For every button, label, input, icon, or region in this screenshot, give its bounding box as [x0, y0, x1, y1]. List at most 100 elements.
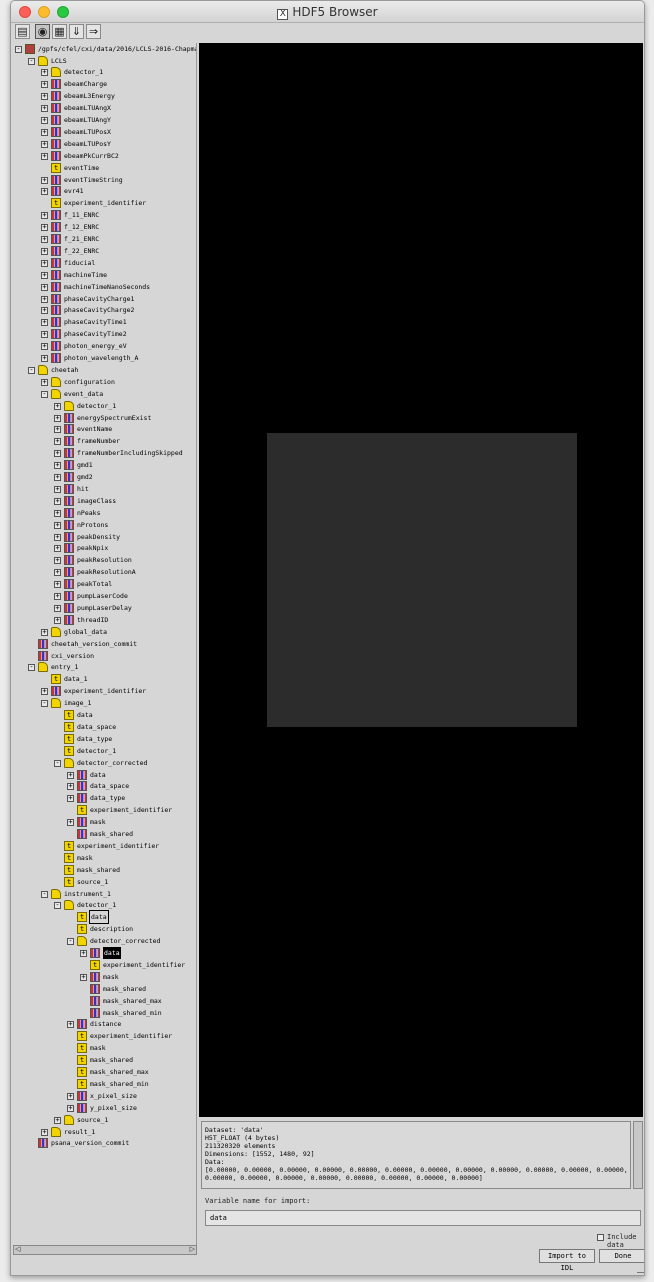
expand-toggle[interactable]: +	[80, 950, 87, 957]
tree-item-label: configuration	[64, 377, 115, 386]
expand-toggle[interactable]: +	[41, 259, 48, 267]
expand-toggle[interactable]: +	[54, 521, 61, 529]
expand-toggle[interactable]: +	[41, 188, 48, 196]
expand-toggle[interactable]: +	[41, 81, 48, 89]
expand-toggle[interactable]: +	[41, 176, 48, 184]
text-attribute-icon	[77, 1078, 87, 1090]
collapse-toggle[interactable]: -	[28, 664, 35, 672]
expand-toggle[interactable]: +	[54, 450, 61, 458]
tree-horizontal-scrollbar[interactable]: ◁ ▷	[13, 1245, 197, 1255]
expand-toggle[interactable]: +	[41, 236, 48, 243]
expand-toggle[interactable]: +	[41, 212, 48, 220]
tree-item-label: phaseCavityTime1	[64, 318, 127, 327]
info-vertical-scrollbar[interactable]	[633, 1121, 643, 1189]
variable-name-input[interactable]: data	[205, 1210, 641, 1226]
expand-toggle[interactable]: +	[54, 485, 61, 493]
expand-toggle[interactable]: +	[41, 331, 48, 339]
expand-toggle[interactable]: +	[54, 497, 61, 505]
expand-toggle[interactable]: +	[41, 140, 48, 148]
expand-toggle[interactable]: +	[54, 414, 61, 422]
tree-item-label: experiment_identifier	[103, 960, 186, 969]
expand-toggle[interactable]: +	[41, 247, 48, 255]
scroll-left-icon[interactable]: ◁	[15, 1245, 20, 1253]
done-button[interactable]: Done	[599, 1249, 644, 1263]
dataset-icon	[51, 103, 61, 114]
scroll-right-icon[interactable]: ▷	[190, 1245, 195, 1253]
dataset-icon	[90, 1007, 100, 1018]
expand-toggle[interactable]: +	[54, 569, 61, 577]
expand-toggle[interactable]: +	[41, 93, 48, 101]
expand-toggle[interactable]: +	[41, 378, 48, 386]
expand-toggle[interactable]: +	[80, 973, 87, 981]
expand-toggle[interactable]: +	[54, 462, 61, 470]
expand-toggle[interactable]: +	[54, 474, 61, 481]
expand-toggle[interactable]: +	[54, 593, 61, 600]
expand-toggle[interactable]: +	[41, 1128, 48, 1136]
expand-toggle[interactable]: +	[67, 1092, 74, 1100]
expand-toggle[interactable]: +	[54, 402, 61, 410]
expand-toggle[interactable]: +	[54, 426, 61, 434]
x11-icon: X	[277, 9, 289, 20]
collapse-toggle[interactable]: -	[67, 938, 74, 946]
expand-toggle[interactable]: +	[41, 307, 48, 315]
expand-toggle[interactable]: +	[41, 319, 48, 327]
collapse-toggle[interactable]: -	[28, 57, 35, 65]
expand-toggle[interactable]: +	[54, 557, 61, 565]
expand-toggle[interactable]: +	[54, 616, 61, 624]
expand-toggle[interactable]: +	[67, 819, 74, 827]
info-line: Dataset: 'data'	[205, 1126, 264, 1134]
expand-toggle[interactable]: +	[67, 795, 74, 803]
collapse-toggle[interactable]: -	[54, 902, 61, 910]
expand-toggle[interactable]: +	[41, 117, 48, 124]
export-right-button[interactable]: ⇒	[86, 24, 101, 39]
expand-toggle[interactable]: +	[54, 545, 61, 553]
folder-icon	[51, 698, 61, 709]
collapse-toggle[interactable]: -	[41, 390, 48, 398]
text-attribute-icon	[51, 162, 61, 174]
dataset-icon	[38, 1138, 48, 1149]
expand-toggle[interactable]: +	[54, 509, 61, 517]
expand-toggle[interactable]: +	[67, 1104, 74, 1112]
expand-toggle[interactable]: +	[54, 533, 61, 541]
expand-toggle[interactable]: +	[54, 438, 61, 446]
dataset-icon	[51, 186, 61, 197]
open-file-button[interactable]: ▤	[15, 24, 30, 39]
expand-toggle[interactable]: +	[41, 69, 48, 77]
collapse-toggle[interactable]: -	[15, 46, 22, 53]
expand-toggle[interactable]: +	[54, 1116, 61, 1124]
expand-toggle[interactable]: +	[67, 771, 74, 779]
dataset-icon	[51, 686, 61, 697]
view-button[interactable]: ◉	[35, 24, 50, 39]
expand-toggle[interactable]: +	[41, 271, 48, 279]
collapse-toggle[interactable]: -	[28, 366, 35, 374]
expand-toggle[interactable]: +	[41, 628, 48, 636]
import-to-idl-button[interactable]: Import to IDL	[539, 1249, 595, 1272]
expand-toggle[interactable]: +	[41, 343, 48, 351]
expand-toggle[interactable]: +	[41, 128, 48, 136]
text-attribute-icon	[64, 709, 74, 721]
dataset-icon	[77, 793, 87, 804]
expand-toggle[interactable]: +	[41, 688, 48, 696]
expand-toggle[interactable]: +	[41, 152, 48, 160]
collapse-toggle[interactable]: -	[41, 890, 48, 898]
expand-toggle[interactable]: +	[41, 295, 48, 303]
resize-handle[interactable]	[637, 1265, 644, 1273]
grid-button[interactable]: ▦	[52, 24, 67, 39]
expand-toggle[interactable]: +	[54, 581, 61, 589]
collapse-toggle[interactable]: -	[41, 700, 48, 708]
expand-toggle[interactable]: +	[41, 355, 48, 362]
import-down-button[interactable]: ⇓	[69, 24, 84, 39]
expand-toggle[interactable]: +	[41, 283, 48, 291]
expand-toggle[interactable]: +	[41, 224, 48, 232]
include-data-checkbox[interactable]	[597, 1234, 604, 1241]
folder-icon	[51, 626, 61, 637]
dataset-icon	[90, 995, 100, 1006]
tree-item-label: f_21_ENRC	[64, 235, 100, 243]
tree-item-label: frameNumberIncludingSkipped	[77, 449, 183, 458]
collapse-toggle[interactable]: -	[54, 759, 61, 767]
expand-toggle[interactable]: +	[54, 604, 61, 612]
expand-toggle[interactable]: +	[67, 1021, 74, 1029]
expand-toggle[interactable]: +	[41, 105, 48, 113]
dataset-icon	[64, 507, 74, 518]
expand-toggle[interactable]: +	[67, 783, 74, 791]
